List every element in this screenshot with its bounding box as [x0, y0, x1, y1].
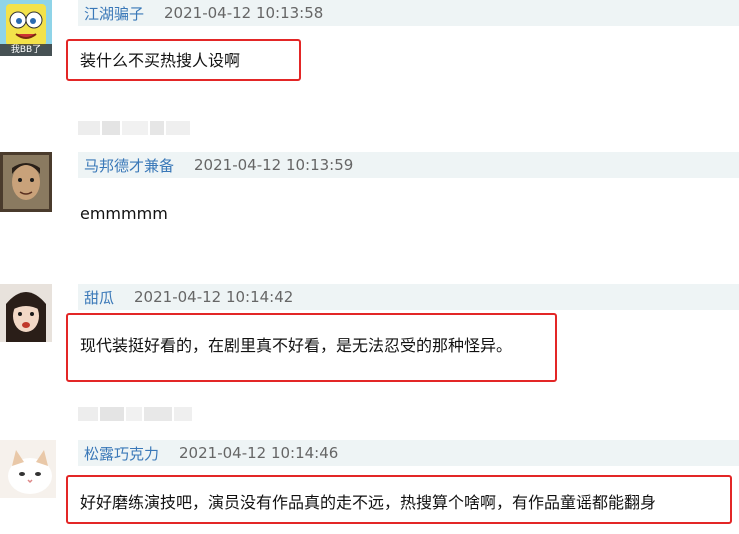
username-link[interactable]: 松露巧克力 [84, 443, 159, 464]
blurred-content [78, 121, 190, 135]
comment-header: 甜瓜 2021-04-12 10:14:42 [78, 284, 739, 310]
avatar-girl-icon [0, 284, 52, 342]
username-link[interactable]: 江湖骗子 [84, 3, 144, 24]
avatar[interactable]: 我BB了 [0, 0, 52, 56]
timestamp: 2021-04-12 10:14:46 [179, 444, 339, 462]
comment-text: 装什么不买热搜人设啊 [80, 51, 241, 70]
avatar[interactable] [0, 284, 52, 342]
timestamp: 2021-04-12 10:14:42 [134, 288, 294, 306]
username-link[interactable]: 甜瓜 [84, 287, 114, 308]
avatar-badge: 我BB了 [10, 45, 42, 55]
avatar[interactable] [0, 152, 52, 212]
comment-text: 现代装挺好看的，在剧里真不好看，是无法忍受的那种怪异。 [80, 336, 513, 355]
comment-header: 江湖骗子 2021-04-12 10:13:58 [78, 0, 739, 26]
blurred-content [78, 407, 192, 421]
comment-header: 马邦德才兼备 2021-04-12 10:13:59 [78, 152, 739, 178]
avatar[interactable] [0, 440, 56, 498]
timestamp: 2021-04-12 10:13:58 [164, 4, 324, 22]
comment-text: 好好磨练演技吧，演员没有作品真的走不远，热搜算个啥啊，有作品童谣都能翻身 [80, 493, 657, 512]
username-link[interactable]: 马邦德才兼备 [84, 155, 174, 176]
comment-text: emmmmm [80, 204, 168, 223]
timestamp: 2021-04-12 10:13:59 [194, 156, 354, 174]
avatar-portrait-icon [0, 152, 52, 212]
comment-header: 松露巧克力 2021-04-12 10:14:46 [78, 440, 739, 466]
avatar-cat-icon [0, 440, 56, 498]
